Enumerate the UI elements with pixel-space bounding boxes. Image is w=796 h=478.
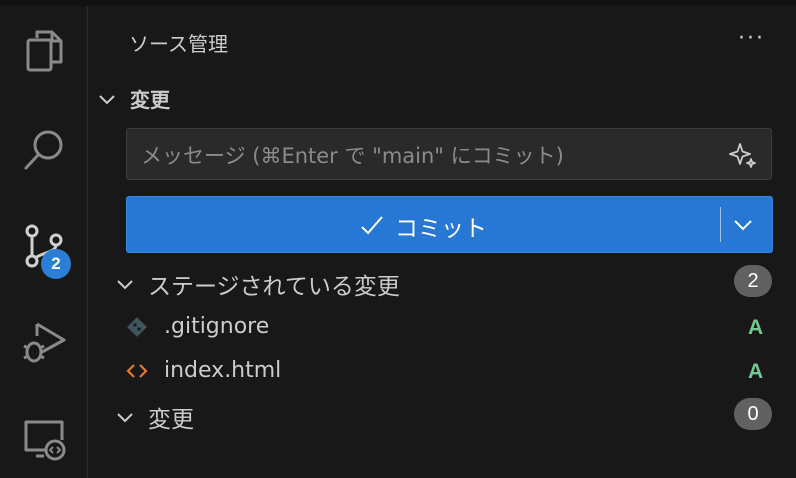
source-control-panel: ソース管理 ··· 変更 メッセージ (⌘Enter で "main" にコミッ…	[88, 6, 796, 478]
unstaged-changes-label: 変更	[148, 407, 194, 433]
html-file-icon	[126, 360, 148, 382]
source-control-badge: 2	[41, 249, 71, 279]
file-name: .gitignore	[164, 314, 270, 339]
file-status-added: A	[748, 360, 764, 383]
sparkle-icon[interactable]	[729, 141, 757, 169]
chevron-down-icon	[99, 94, 115, 104]
run-debug-icon	[22, 322, 65, 363]
chevron-down-icon	[117, 413, 133, 423]
file-status-added: A	[748, 316, 764, 339]
git-file-icon	[126, 316, 148, 338]
commit-button[interactable]: コミット	[126, 196, 773, 253]
files-icon	[26, 30, 62, 72]
staged-count-badge: 2	[734, 265, 772, 297]
more-actions-button[interactable]: ···	[738, 26, 765, 51]
file-row[interactable]: index.html	[126, 358, 281, 383]
commit-message-input[interactable]: メッセージ (⌘Enter で "main" にコミット)	[126, 128, 772, 180]
chevron-down-icon	[117, 280, 133, 290]
activity-explorer[interactable]	[0, 10, 87, 90]
activity-bar: 2	[0, 6, 88, 478]
staged-changes-header[interactable]: ステージされている変更	[116, 267, 400, 301]
unstaged-count-badge: 0	[734, 398, 772, 430]
activity-run-debug[interactable]	[0, 302, 87, 382]
activity-remote-explorer[interactable]	[0, 398, 87, 478]
remote-explorer-icon	[24, 420, 65, 461]
commit-button-divider	[720, 207, 721, 242]
check-icon	[361, 216, 383, 235]
activity-source-control[interactable]	[0, 206, 87, 286]
activity-search[interactable]	[0, 110, 87, 190]
commit-message-placeholder: メッセージ (⌘Enter で "main" にコミット)	[141, 144, 564, 168]
file-name: index.html	[164, 358, 282, 383]
unstaged-changes-header[interactable]: 変更	[116, 400, 194, 434]
chevron-down-icon[interactable]	[731, 213, 755, 237]
staged-changes-label: ステージされている変更	[148, 274, 400, 300]
panel-title: ソース管理	[129, 32, 228, 56]
search-icon	[24, 130, 62, 170]
section-label: 変更	[130, 88, 170, 112]
commit-button-label: コミット	[395, 216, 487, 242]
file-row[interactable]: .gitignore	[126, 314, 269, 339]
changes-section-header[interactable]: 変更	[98, 84, 170, 113]
